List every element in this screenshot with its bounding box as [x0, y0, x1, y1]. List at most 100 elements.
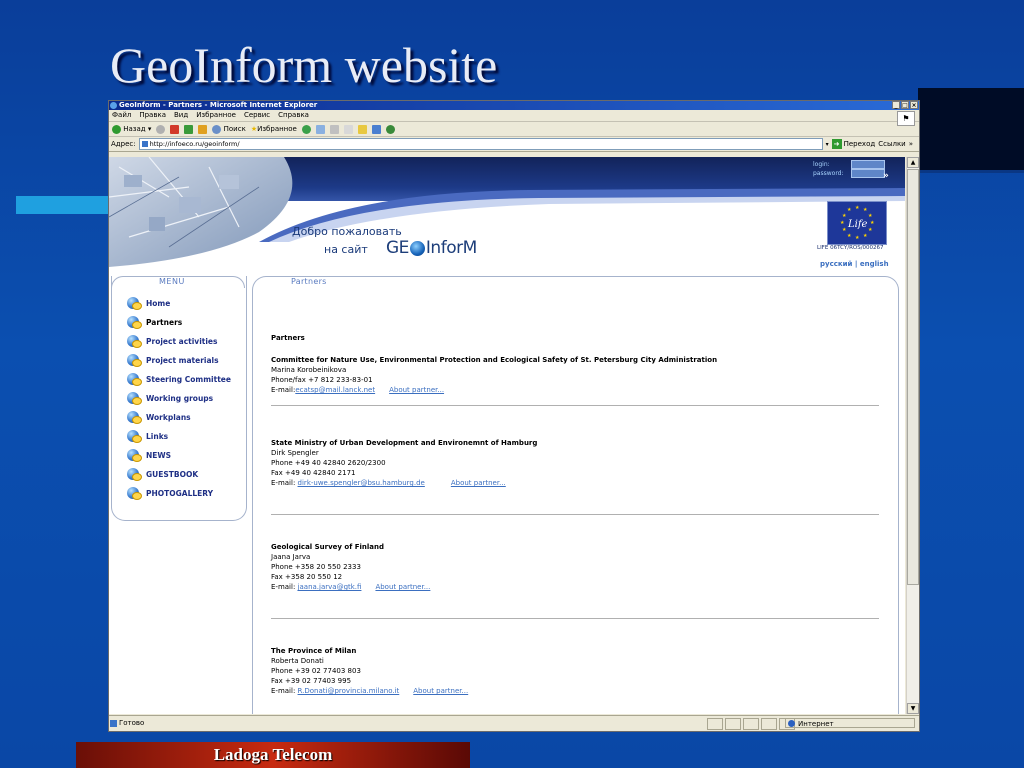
slide-decoration-dark-block: [918, 88, 1024, 170]
print-icon[interactable]: [343, 124, 353, 134]
menu-item-workplans[interactable]: Workplans: [127, 408, 231, 427]
forward-arrow-icon[interactable]: [156, 124, 166, 134]
life-project-code: LIFE 06TCY/ROS/000267: [817, 245, 884, 251]
menu-item-steering-committee[interactable]: Steering Committee: [127, 370, 231, 389]
menu-item-label: Partners: [146, 318, 183, 327]
messenger-icon[interactable]: [385, 124, 395, 134]
about-partner-link[interactable]: About partner...: [451, 479, 506, 487]
menu-item-label: Project activities: [146, 337, 218, 346]
menu-file[interactable]: Файл: [112, 110, 131, 121]
back-button[interactable]: Назад ▾: [112, 122, 151, 136]
menu-favorites[interactable]: Избранное: [196, 110, 236, 121]
svg-text:★: ★: [855, 235, 860, 241]
scroll-down-button[interactable]: ▼: [907, 703, 919, 714]
vertical-scrollbar[interactable]: ▲ ▼: [906, 157, 919, 714]
menu-item-label: Project materials: [146, 356, 219, 365]
folder-icon[interactable]: [357, 124, 367, 134]
divider: [271, 618, 879, 619]
mail-icon[interactable]: [329, 124, 339, 134]
favorites-button[interactable]: ★Избранное: [251, 122, 297, 136]
menu-item-label: Links: [146, 432, 169, 441]
menu-item-guestbook[interactable]: GUESTBOOK: [127, 465, 231, 484]
menu-item-label: Home: [146, 299, 171, 308]
status-cell: [725, 718, 741, 730]
menu-item-label: PHOTOGALLERY: [146, 489, 214, 498]
menu-item-project-activities[interactable]: Project activities: [127, 332, 231, 351]
search-button[interactable]: Поиск: [212, 122, 246, 136]
svg-text:Life: Life: [847, 219, 868, 230]
menu-item-label: Steering Committee: [146, 375, 231, 384]
partner-entry: Committee for Nature Use, Environmental …: [271, 355, 879, 395]
back-label: Назад: [123, 125, 146, 133]
svg-text:★: ★: [870, 220, 875, 226]
partner-name: The Province of Milan: [271, 647, 357, 655]
menu-tools[interactable]: Сервис: [244, 110, 270, 121]
menu-view[interactable]: Вид: [174, 110, 188, 121]
email-label: E-mail:: [271, 687, 296, 695]
partner-entry: State Ministry of Urban Development and …: [271, 438, 879, 488]
menu-item-partners[interactable]: Partners: [127, 313, 231, 332]
close-button[interactable]: ×: [910, 101, 918, 109]
logo-text-left: GE: [386, 238, 409, 258]
partner-email-link[interactable]: R.Donati@provincia.milano.it: [298, 687, 400, 695]
header-swoosh: [259, 188, 905, 242]
login-input[interactable]: [851, 160, 885, 169]
partner-entry: Geological Survey of Finland Jaana Jarva…: [271, 542, 879, 592]
svg-text:★: ★: [868, 213, 873, 219]
menu-bullet-icon: [127, 335, 143, 348]
maximize-button[interactable]: □: [901, 101, 909, 109]
stop-icon[interactable]: [170, 124, 180, 134]
address-dropdown-icon[interactable]: ▾: [826, 141, 829, 148]
media-icon[interactable]: [301, 124, 311, 134]
window-controls: _ □ ×: [892, 101, 918, 109]
partner-email-link[interactable]: dirk-uwe.spengler@bsu.hamburg.de: [298, 479, 425, 487]
menu-edit[interactable]: Правка: [139, 110, 166, 121]
go-button[interactable]: ➜ Переход: [831, 139, 875, 149]
menu-item-label: GUESTBOOK: [146, 470, 199, 479]
menu-item-working-groups[interactable]: Working groups: [127, 389, 231, 408]
browser-window-title: GeoInform - Partners - Microsoft Interne…: [119, 101, 318, 109]
svg-text:★: ★: [847, 207, 852, 213]
menu-item-news[interactable]: NEWS: [127, 446, 231, 465]
scroll-thumb[interactable]: [907, 169, 919, 585]
partner-email-link[interactable]: ecatsp@mail.lanck.net: [295, 386, 375, 394]
menu-item-project-materials[interactable]: Project materials: [127, 351, 231, 370]
globe-icon: [409, 240, 425, 256]
about-partner-link[interactable]: About partner...: [375, 583, 430, 591]
scroll-up-button[interactable]: ▲: [907, 157, 919, 168]
menu-item-photogallery[interactable]: PHOTOGALLERY: [127, 484, 231, 503]
links-button[interactable]: Ссылки: [878, 140, 906, 148]
password-input[interactable]: [851, 169, 885, 178]
lang-separator: |: [854, 260, 858, 268]
menu-bullet-icon: [127, 316, 143, 329]
partner-email-link[interactable]: jaana.jarva@gtk.fi: [298, 583, 362, 591]
browser-title-bar: GeoInform - Partners - Microsoft Interne…: [109, 101, 919, 110]
menu-item-label: Workplans: [146, 413, 191, 422]
chevron-right-icon[interactable]: »: [909, 140, 913, 148]
minimize-button[interactable]: _: [892, 101, 900, 109]
partner-email-row: E-mail: dirk-uwe.spengler@bsu.hamburg.de…: [271, 478, 879, 488]
slide-footer-text: Ladoga Telecom: [213, 745, 333, 764]
menu-help[interactable]: Справка: [278, 110, 309, 121]
refresh-icon[interactable]: [184, 124, 194, 134]
lang-ru-link[interactable]: русский: [820, 260, 852, 268]
edit-icon[interactable]: [371, 124, 381, 134]
address-input[interactable]: http://infoeco.ru/geoinform/: [138, 138, 823, 150]
menu-item-home[interactable]: Home: [127, 294, 231, 313]
zone-label: Интернет: [798, 720, 834, 728]
browser-toolbar: Назад ▾ Поиск ★Избранное: [109, 122, 919, 137]
history-icon[interactable]: [315, 124, 325, 134]
email-label: E-mail:: [271, 479, 296, 487]
about-partner-link[interactable]: About partner...: [413, 687, 468, 695]
page-viewport: login: password: » Добро пожаловать на с…: [109, 157, 905, 714]
home-icon[interactable]: [198, 124, 208, 134]
lang-en-link[interactable]: english: [860, 260, 889, 268]
menu-item-links[interactable]: Links: [127, 427, 231, 446]
menu-bullet-icon: [127, 392, 143, 405]
partner-contact: Dirk Spengler: [271, 449, 319, 457]
about-partner-link[interactable]: About partner...: [389, 386, 444, 394]
divider: [271, 514, 879, 515]
geoinform-logo: GE InforM: [386, 238, 477, 258]
menu-bullet-icon: [127, 468, 143, 481]
login-submit-button[interactable]: »: [883, 171, 889, 181]
